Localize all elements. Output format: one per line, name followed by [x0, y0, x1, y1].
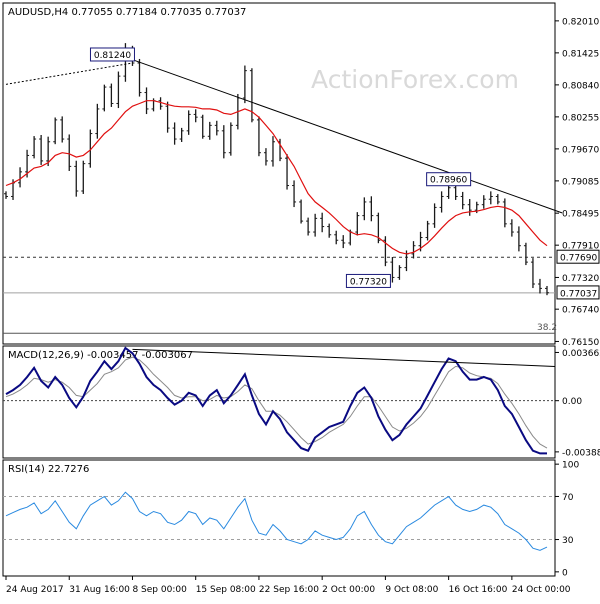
macd-tick-label: 0.00	[562, 397, 582, 407]
price-tick-label: 0.81425	[562, 49, 599, 59]
price-tick-label: 0.79670	[562, 145, 599, 155]
price-panel-title: AUDUSD,H4 0.77055 0.77184 0.77035 0.7703…	[8, 7, 246, 18]
x-tick-label: 24 Oct 00:00	[512, 585, 571, 595]
x-tick-label: 2 Oct 00:00	[322, 585, 375, 595]
price-level-label: 0.77037	[560, 289, 597, 299]
rsi-tick-label: 30	[562, 536, 574, 546]
chart-root: ActionForex.com AUDUSD,H4 0.77055 0.7718…	[0, 0, 600, 600]
x-tick-label: 16 Oct 16:00	[449, 585, 508, 595]
x-tick-label: 15 Sep 08:00	[196, 585, 256, 595]
price-tick-label: 0.80255	[562, 113, 599, 123]
x-tick-label: 9 Oct 08:00	[385, 585, 438, 595]
fib-level-label: 38.2	[537, 323, 557, 333]
macd-tick-label: 0.003662	[562, 349, 600, 359]
rsi-panel-title: RSI(14) 22.7276	[8, 464, 89, 475]
x-tick-label: 31 Aug 16:00	[69, 585, 130, 595]
price-tick-label: 0.79085	[562, 177, 599, 187]
price-tick-label: 0.78495	[562, 210, 599, 220]
rsi-tick-label: 0	[562, 568, 568, 578]
price-tick-label: 0.76740	[562, 306, 599, 316]
price-tick-label: 0.76150	[562, 338, 599, 348]
annotation-label: 0.78960	[430, 176, 467, 186]
rsi-tick-label: 100	[562, 461, 579, 471]
annotation-label: 0.81240	[94, 51, 131, 61]
x-tick-label: 22 Sep 16:00	[259, 585, 319, 595]
rsi-tick-label: 70	[562, 493, 574, 503]
price-tick-label: 0.77320	[562, 274, 599, 284]
watermark: ActionForex.com	[311, 65, 519, 94]
macd-tick-label: -0.003887	[562, 448, 600, 458]
x-tick-label: 24 Aug 2017	[6, 585, 64, 595]
price-tick-label: 0.80840	[562, 81, 599, 91]
macd-panel-title: MACD(12,26,9) -0.003457 -0.003067	[8, 350, 193, 361]
x-tick-label: 8 Sep 00:00	[132, 585, 187, 595]
annotation-label: 0.77320	[350, 277, 387, 287]
chart-svg: ActionForex.com AUDUSD,H4 0.77055 0.7718…	[0, 0, 600, 600]
price-tick-label: 0.82010	[562, 17, 599, 27]
price-level-label: 0.77690	[560, 254, 597, 264]
